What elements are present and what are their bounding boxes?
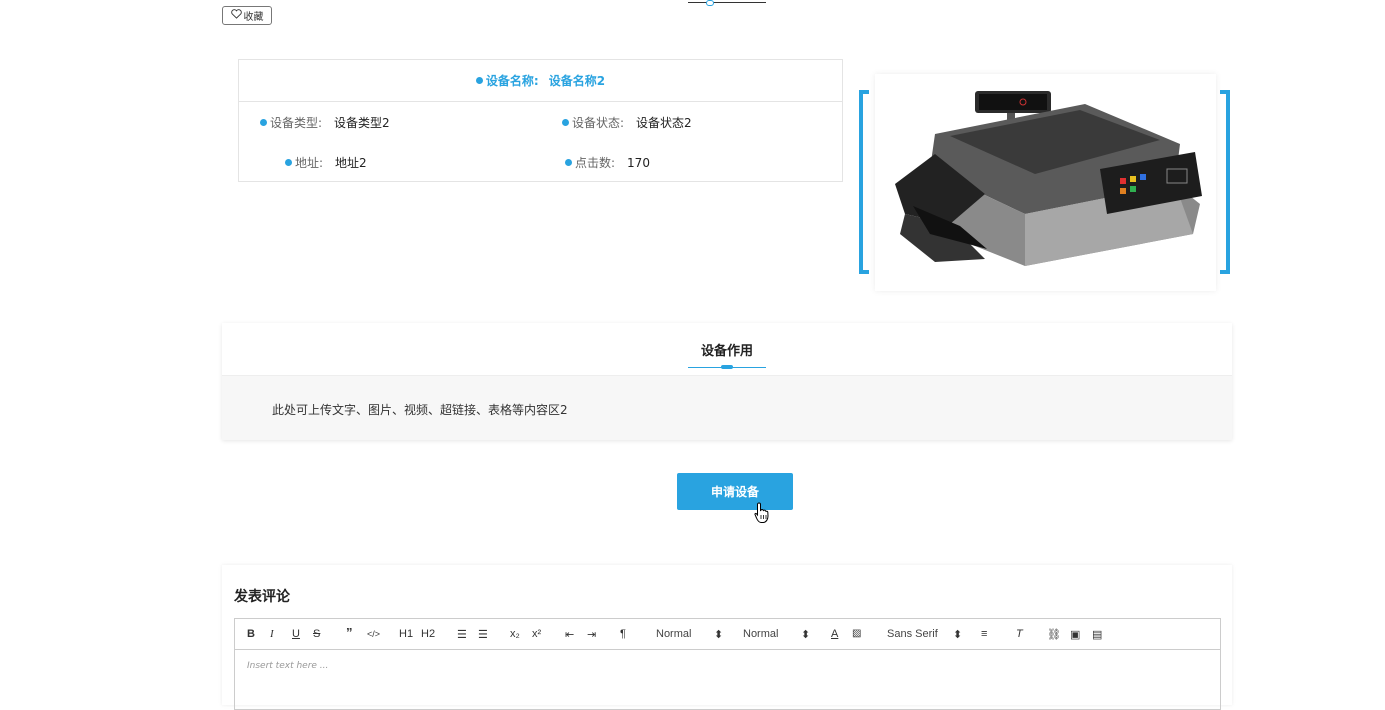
size-select[interactable]: Normal bbox=[743, 628, 778, 640]
editor-placeholder: Insert text here ... bbox=[247, 661, 329, 671]
italic-button[interactable]: I bbox=[270, 628, 274, 640]
subscript-icon[interactable]: x₂ bbox=[510, 628, 520, 640]
image-frame-right bbox=[1220, 90, 1230, 274]
chevron-updown-icon: ⬍ bbox=[953, 629, 963, 641]
click-count-row: 点击数: 170 bbox=[565, 154, 650, 171]
superscript-icon[interactable]: x² bbox=[532, 628, 541, 640]
outdent-icon[interactable]: ⇤ bbox=[565, 628, 574, 641]
top-divider-dot bbox=[706, 0, 714, 6]
device-address-label: 地址: bbox=[295, 156, 324, 170]
function-card-title: 设备作用 bbox=[700, 344, 753, 359]
image-frame-left bbox=[859, 90, 869, 274]
align-icon[interactable]: ≡ bbox=[981, 628, 987, 640]
clear-format-icon[interactable]: T bbox=[1016, 628, 1023, 640]
device-name-row: 设备名称: 设备名称2 bbox=[239, 60, 842, 102]
device-image bbox=[875, 74, 1216, 291]
top-divider bbox=[688, 2, 766, 3]
device-type-row: 设备类型: 设备类型2 bbox=[260, 114, 390, 131]
device-name-label: 设备名称: bbox=[485, 74, 539, 88]
comment-section: 发表评论 B I U S ” </> H1 H2 ☰ ☰ x₂ x² ⇤ ⇥ ¶… bbox=[222, 565, 1232, 710]
text-direction-icon[interactable]: ¶ bbox=[620, 628, 626, 640]
device-type-label: 设备类型: bbox=[270, 116, 323, 130]
header1-button[interactable]: H1 bbox=[399, 628, 413, 640]
indent-icon[interactable]: ⇥ bbox=[587, 628, 596, 641]
chevron-updown-icon: ⬍ bbox=[801, 629, 811, 641]
click-count-value: 170 bbox=[627, 155, 650, 170]
bullet-dot bbox=[562, 119, 569, 126]
device-status-label: 设备状态: bbox=[572, 116, 625, 130]
bullet-dot bbox=[475, 77, 483, 84]
device-type-value: 设备类型2 bbox=[334, 116, 390, 130]
favorite-button[interactable]: 收藏 bbox=[222, 6, 272, 25]
header-select[interactable]: Normal bbox=[656, 628, 691, 640]
comment-editor[interactable]: Insert text here ... bbox=[234, 650, 1221, 710]
bullet-list-icon[interactable]: ☰ bbox=[478, 628, 488, 641]
bullet-dot bbox=[260, 119, 267, 126]
device-name-value: 设备名称2 bbox=[548, 74, 606, 88]
bullet-dot bbox=[565, 159, 572, 166]
underline-button[interactable]: U bbox=[292, 628, 300, 640]
editor-toolbar: B I U S ” </> H1 H2 ☰ ☰ x₂ x² ⇤ ⇥ ¶ Norm… bbox=[234, 618, 1221, 650]
title-underline-dot bbox=[721, 365, 733, 369]
blockquote-button[interactable]: ” bbox=[346, 625, 353, 640]
header2-button[interactable]: H2 bbox=[421, 628, 435, 640]
device-info-table: 设备名称: 设备名称2 设备类型: 设备类型2 设备状态: 设备状态2 地址: … bbox=[238, 59, 843, 182]
device-address-row: 地址: 地址2 bbox=[285, 154, 367, 171]
image-icon[interactable]: ▣ bbox=[1070, 628, 1080, 641]
device-function-card: 设备作用 此处可上传文字、图片、视频、超链接、表格等内容区2 bbox=[222, 323, 1232, 440]
function-card-header: 设备作用 bbox=[222, 323, 1232, 376]
apply-device-button[interactable]: 申请设备 bbox=[677, 473, 793, 510]
code-block-button[interactable]: </> bbox=[367, 629, 380, 639]
link-icon[interactable]: ⛓ bbox=[1047, 628, 1061, 641]
font-select[interactable]: Sans Serif bbox=[887, 628, 938, 640]
heart-icon bbox=[230, 9, 242, 22]
video-icon[interactable]: ▤ bbox=[1092, 628, 1102, 641]
hand-cursor-icon bbox=[754, 502, 769, 523]
device-status-value: 设备状态2 bbox=[636, 116, 692, 130]
bullet-dot bbox=[285, 159, 292, 166]
favorite-label: 收藏 bbox=[243, 12, 264, 23]
device-address-value: 地址2 bbox=[335, 156, 367, 170]
click-count-label: 点击数: bbox=[575, 156, 616, 170]
ordered-list-icon[interactable]: ☰ bbox=[457, 628, 467, 641]
function-card-content: 此处可上传文字、图片、视频、超链接、表格等内容区2 bbox=[272, 403, 568, 417]
comment-title: 发表评论 bbox=[234, 589, 290, 605]
chevron-updown-icon: ⬍ bbox=[714, 629, 724, 641]
text-color-icon[interactable]: A bbox=[831, 628, 838, 640]
device-status-row: 设备状态: 设备状态2 bbox=[562, 114, 692, 131]
strike-button[interactable]: S bbox=[313, 628, 320, 640]
background-color-icon[interactable]: ▨ bbox=[852, 628, 861, 639]
bold-button[interactable]: B bbox=[247, 628, 255, 640]
